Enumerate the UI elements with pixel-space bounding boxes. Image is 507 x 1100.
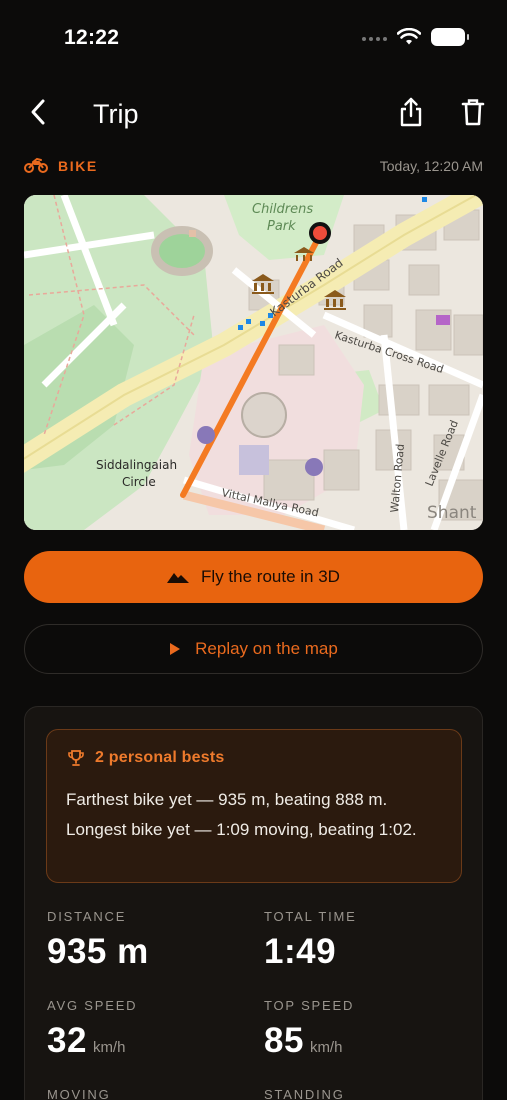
replay-button[interactable]: Replay on the map [24, 624, 483, 674]
battery-icon [431, 28, 469, 46]
personal-bests-title: 2 personal bests [95, 749, 225, 766]
stat-label: TOP SPEED [264, 998, 355, 1013]
personal-bests-list: Farthest bike yet — 935 m, beating 888 m… [66, 787, 445, 847]
trip-date: Today, 12:20 AM [379, 158, 483, 174]
map-label-circle: Siddalingaiah [96, 458, 177, 472]
hospital-icon-2 [305, 458, 323, 476]
share-button[interactable] [395, 96, 427, 128]
play-icon [170, 643, 181, 655]
stat-value: 1:49 [264, 932, 357, 972]
hospital-icon [197, 426, 215, 444]
stat-label: TOTAL TIME [264, 909, 357, 924]
stat-avg-speed: AVG SPEED 32 km/h [47, 998, 137, 1061]
stat-number: 32 [47, 1021, 87, 1060]
motorbike-icon [24, 157, 48, 173]
shop-icon [436, 315, 450, 325]
status-icons [362, 28, 469, 46]
signal-icon [362, 37, 387, 41]
personal-bests-box: 2 personal bests Farthest bike yet — 935… [46, 729, 462, 883]
stat-number: 1:49 [264, 932, 337, 971]
mountain-icon [167, 573, 190, 583]
stat-distance: DISTANCE 935 m [47, 909, 149, 972]
share-icon [400, 97, 422, 127]
page-title: Trip [93, 99, 139, 129]
stat-number: 85 [264, 1021, 304, 1060]
map-label-circle-2: Circle [122, 475, 156, 489]
stat-unit: km/h [309, 1039, 343, 1056]
stat-total-time: TOTAL TIME 1:49 [264, 909, 357, 972]
personal-best-item: Longest bike yet — 1:09 moving, beating … [66, 820, 417, 839]
map-label-park: Childrens [252, 202, 313, 217]
trash-icon [461, 99, 485, 126]
personal-best-item: Farthest bike yet — 935 m, beating 888 m… [66, 790, 388, 809]
trip-meta: BIKE Today, 12:20 AM [24, 155, 483, 177]
stats-card: 2 personal bests Farthest bike yet — 935… [24, 706, 483, 1100]
back-button[interactable] [22, 96, 54, 128]
stat-number: 935 m [47, 932, 149, 971]
stat-label: AVG SPEED [47, 998, 138, 1013]
chevron-left-icon [31, 99, 45, 125]
replay-label: Replay on the map [195, 639, 338, 658]
map-label-park-2: Park [267, 219, 296, 234]
activity-type: BIKE [58, 158, 98, 174]
stat-label: MOVING [47, 1087, 111, 1100]
fly-3d-label: Fly the route in 3D [201, 567, 340, 586]
status-time: 12:22 [64, 26, 120, 49]
personal-bests-header: 2 personal bests [67, 749, 224, 767]
stat-value: 935 m [47, 932, 149, 972]
stat-label: DISTANCE [47, 909, 127, 924]
stat-value: 32 km/h [47, 1021, 137, 1061]
route-map[interactable]: Childrens Park Kasturba Road Kasturba Cr… [24, 195, 483, 530]
delete-button[interactable] [457, 96, 489, 128]
stat-label: STANDING [264, 1087, 345, 1100]
fly-3d-button[interactable]: Fly the route in 3D [24, 551, 483, 603]
stat-standing: STANDING [264, 1087, 345, 1100]
stat-top-speed: TOP SPEED 85 km/h [264, 998, 354, 1061]
wifi-icon [397, 28, 421, 45]
stat-value: 85 km/h [264, 1021, 354, 1061]
stat-unit: km/h [92, 1039, 126, 1056]
status-bar: 12:22 [0, 0, 507, 76]
trophy-icon [68, 750, 84, 766]
nav-bar: Trip [0, 90, 507, 138]
stat-moving: MOVING [47, 1087, 111, 1100]
map-label-shanti: Shant [427, 503, 477, 523]
